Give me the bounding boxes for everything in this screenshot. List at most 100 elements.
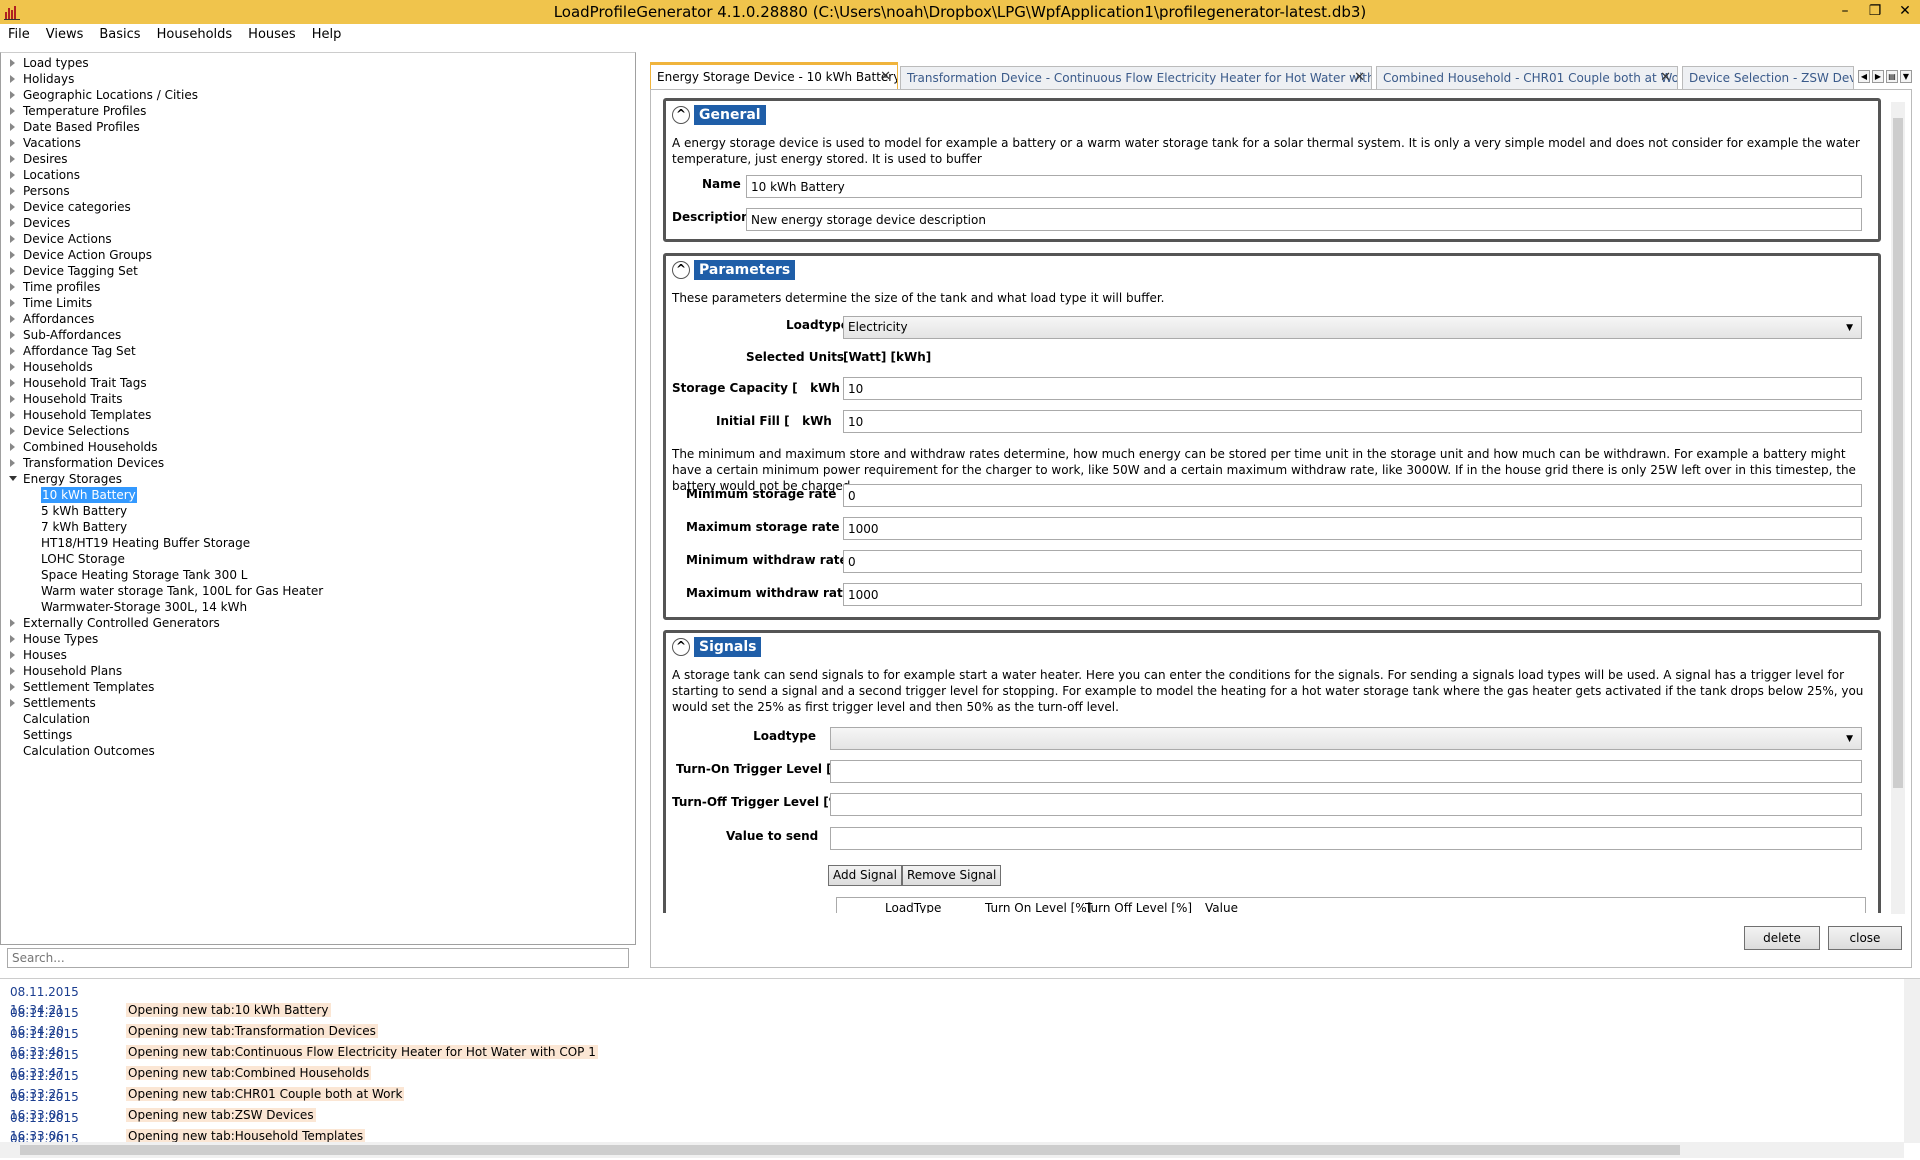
tree-item[interactable]: Device Selections xyxy=(1,423,635,439)
tree-item[interactable]: Combined Households xyxy=(1,439,635,455)
collapsed-arrow-icon[interactable] xyxy=(10,91,15,99)
tree-item[interactable]: Externally Controlled Generators xyxy=(1,615,635,631)
collapsed-arrow-icon[interactable] xyxy=(10,283,15,291)
menu-file[interactable]: File xyxy=(0,24,38,48)
tab-scroll-right-icon[interactable]: ▶ xyxy=(1872,70,1884,83)
collapsed-arrow-icon[interactable] xyxy=(10,395,15,403)
collapsed-arrow-icon[interactable] xyxy=(10,203,15,211)
collapsed-arrow-icon[interactable] xyxy=(10,123,15,131)
collapsed-arrow-icon[interactable] xyxy=(10,251,15,259)
grid-header-turn-off[interactable]: Turn Off Level [%] xyxy=(1085,901,1192,913)
collapsed-arrow-icon[interactable] xyxy=(10,187,15,195)
tree-item[interactable]: Settings xyxy=(1,727,635,743)
tree-item[interactable]: Holidays xyxy=(1,71,635,87)
tree-item[interactable]: Household Traits xyxy=(1,391,635,407)
description-field[interactable] xyxy=(746,208,1862,231)
add-signal-button[interactable]: Add Signal xyxy=(828,865,902,886)
collapsed-arrow-icon[interactable] xyxy=(10,235,15,243)
tree-item[interactable]: Calculation Outcomes xyxy=(1,743,635,759)
collapsed-arrow-icon[interactable] xyxy=(10,267,15,275)
minimize-icon[interactable]: – xyxy=(1830,0,1860,24)
tree-item[interactable]: Temperature Profiles xyxy=(1,103,635,119)
name-field[interactable] xyxy=(746,175,1862,198)
tree-item[interactable]: Affordances xyxy=(1,311,635,327)
collapsed-arrow-icon[interactable] xyxy=(10,651,15,659)
menu-basics[interactable]: Basics xyxy=(91,24,148,48)
tree-item[interactable]: Device Action Groups xyxy=(1,247,635,263)
restore-icon[interactable]: ❐ xyxy=(1860,0,1890,24)
tree-item[interactable]: Device categories xyxy=(1,199,635,215)
grid-header-loadtype[interactable]: LoadType xyxy=(885,901,941,913)
tree-item[interactable]: Space Heating Storage Tank 300 L xyxy=(1,567,635,583)
close-window-icon[interactable]: ✕ xyxy=(1890,0,1920,24)
tree-item[interactable]: Household Templates xyxy=(1,407,635,423)
tree-item[interactable]: House Types xyxy=(1,631,635,647)
close-tab-icon[interactable]: ✕ xyxy=(1660,67,1671,89)
log-scrollbar[interactable] xyxy=(1904,979,1920,1143)
tree-item[interactable]: Houses xyxy=(1,647,635,663)
menu-views[interactable]: Views xyxy=(38,24,92,48)
collapsed-arrow-icon[interactable] xyxy=(10,155,15,163)
search-input[interactable] xyxy=(7,948,629,968)
remove-signal-button[interactable]: Remove Signal xyxy=(902,865,1002,886)
collapsed-arrow-icon[interactable] xyxy=(10,427,15,435)
collapsed-arrow-icon[interactable] xyxy=(10,331,15,339)
value-to-send-field[interactable] xyxy=(830,827,1862,850)
collapsed-arrow-icon[interactable] xyxy=(10,315,15,323)
collapsed-arrow-icon[interactable] xyxy=(10,299,15,307)
close-tab-icon[interactable]: ✕ xyxy=(880,65,891,89)
tree-item[interactable]: Device Tagging Set xyxy=(1,263,635,279)
tree-item[interactable]: 7 kWh Battery xyxy=(1,519,635,535)
turn-off-trigger-field[interactable] xyxy=(830,793,1862,816)
tab-combined-household[interactable]: Combined Household - CHR01 Couple both a… xyxy=(1376,66,1678,90)
tree-item[interactable]: HT18/HT19 Heating Buffer Storage xyxy=(1,535,635,551)
collapsed-arrow-icon[interactable] xyxy=(10,171,15,179)
collapse-icon[interactable]: ^ xyxy=(672,638,690,656)
collapsed-arrow-icon[interactable] xyxy=(10,443,15,451)
tree-item[interactable]: Device Actions xyxy=(1,231,635,247)
close-button[interactable]: close xyxy=(1828,926,1902,950)
collapsed-arrow-icon[interactable] xyxy=(10,379,15,387)
tree-item[interactable]: Energy Storages xyxy=(1,471,635,487)
collapsed-arrow-icon[interactable] xyxy=(10,459,15,467)
tree-item[interactable]: Households xyxy=(1,359,635,375)
menu-help[interactable]: Help xyxy=(304,24,350,48)
tree-item[interactable]: Settlement Templates xyxy=(1,679,635,695)
tree-item[interactable]: 10 kWh Battery xyxy=(1,487,635,503)
tree-item[interactable]: Load types xyxy=(1,55,635,71)
collapsed-arrow-icon[interactable] xyxy=(10,619,15,627)
grid-header-turn-on[interactable]: Turn On Level [%] xyxy=(985,901,1091,913)
tree-item[interactable]: LOHC Storage xyxy=(1,551,635,567)
collapsed-arrow-icon[interactable] xyxy=(10,683,15,691)
tree-item[interactable]: Persons xyxy=(1,183,635,199)
tab-list-icon[interactable]: ▤ xyxy=(1886,70,1898,83)
content-scrollbar[interactable] xyxy=(1891,102,1905,914)
menu-households[interactable]: Households xyxy=(149,24,241,48)
min-storage-rate-field[interactable] xyxy=(843,484,1862,507)
log-horizontal-scrollbar[interactable] xyxy=(0,1142,1904,1158)
tab-device-selection[interactable]: Device Selection - ZSW Devi xyxy=(1682,66,1854,90)
tree-item[interactable]: Transformation Devices xyxy=(1,455,635,471)
collapsed-arrow-icon[interactable] xyxy=(10,75,15,83)
tree-item[interactable]: Warm water storage Tank, 100L for Gas He… xyxy=(1,583,635,599)
collapsed-arrow-icon[interactable] xyxy=(10,139,15,147)
tree-item[interactable]: Time profiles xyxy=(1,279,635,295)
collapsed-arrow-icon[interactable] xyxy=(10,667,15,675)
scrollbar-thumb[interactable] xyxy=(1893,118,1903,788)
tree-item[interactable]: Devices xyxy=(1,215,635,231)
tree-item[interactable]: Locations xyxy=(1,167,635,183)
grid-header-value[interactable]: Value xyxy=(1205,901,1238,913)
collapse-icon[interactable]: ^ xyxy=(672,261,690,279)
collapse-icon[interactable]: ^ xyxy=(672,106,690,124)
menu-houses[interactable]: Houses xyxy=(240,24,304,48)
delete-button[interactable]: delete xyxy=(1744,926,1820,950)
tree-item[interactable]: 5 kWh Battery xyxy=(1,503,635,519)
tree-item[interactable]: Household Plans xyxy=(1,663,635,679)
tab-scroll-left-icon[interactable]: ◀ xyxy=(1858,70,1870,83)
min-withdraw-rate-field[interactable] xyxy=(843,550,1862,573)
tree-item[interactable]: Geographic Locations / Cities xyxy=(1,87,635,103)
tree-item[interactable]: Time Limits xyxy=(1,295,635,311)
scrollbar-thumb[interactable] xyxy=(20,1145,1680,1155)
max-withdraw-rate-field[interactable] xyxy=(843,583,1862,606)
tab-menu-icon[interactable]: ▼ xyxy=(1900,70,1912,83)
